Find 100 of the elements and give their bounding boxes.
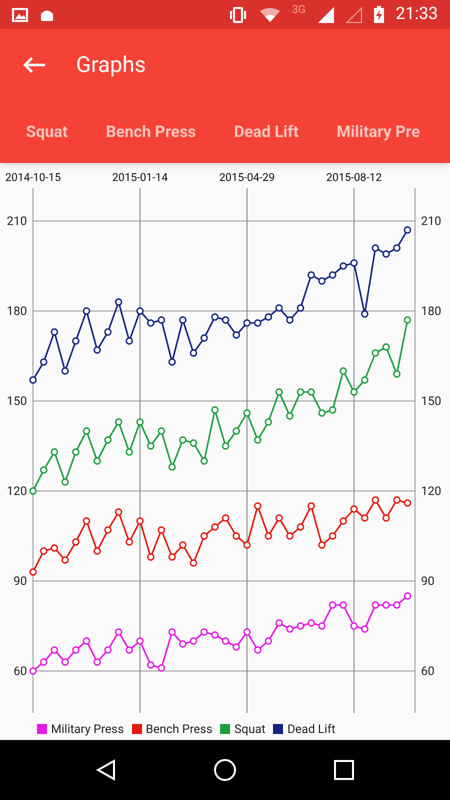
- point: [328, 271, 336, 279]
- point: [328, 601, 336, 609]
- point: [200, 334, 208, 342]
- point: [243, 628, 251, 636]
- point: [404, 592, 412, 600]
- point: [136, 418, 144, 426]
- point: [361, 376, 368, 384]
- y-tick-label: 120: [421, 484, 442, 498]
- point: [179, 640, 187, 648]
- point: [114, 628, 122, 636]
- x-tick-label: 2015-01-14: [112, 171, 168, 184]
- signal-empty-icon: [346, 6, 362, 22]
- tab[interactable]: Military Pre: [336, 120, 420, 144]
- y-tick-label: 150: [421, 394, 442, 408]
- signal-icon: [318, 6, 334, 22]
- point: [61, 367, 69, 375]
- point: [179, 316, 187, 324]
- point: [296, 523, 304, 531]
- point: [211, 406, 219, 414]
- point: [243, 319, 251, 327]
- recents-square-icon: [334, 760, 354, 780]
- legend-label: Squat: [234, 721, 266, 738]
- point: [29, 568, 37, 576]
- tab[interactable]: Squat: [26, 120, 68, 144]
- point: [286, 412, 294, 420]
- point: [94, 658, 101, 666]
- point: [158, 316, 166, 324]
- point: [211, 523, 219, 531]
- point: [232, 427, 240, 435]
- point: [61, 478, 69, 486]
- point: [61, 658, 69, 666]
- point: [94, 346, 101, 354]
- point: [40, 466, 48, 474]
- point: [158, 664, 166, 672]
- y-tick-label: 180: [421, 304, 442, 318]
- tab[interactable]: Dead Lift: [234, 120, 299, 144]
- point: [350, 622, 358, 630]
- point: [254, 502, 262, 510]
- point: [29, 487, 37, 495]
- point: [211, 313, 219, 321]
- point: [264, 532, 272, 540]
- point: [168, 358, 176, 366]
- point: [82, 427, 90, 435]
- point: [340, 367, 348, 375]
- legend-label: Bench Press: [146, 721, 212, 738]
- y-tick-label: 120: [6, 484, 27, 498]
- point: [190, 637, 198, 645]
- point: [286, 625, 294, 633]
- point: [296, 622, 304, 630]
- point: [190, 559, 198, 567]
- point: [350, 505, 358, 513]
- point: [50, 328, 58, 336]
- point: [232, 643, 240, 651]
- y-tick-label: 210: [421, 214, 442, 228]
- point: [168, 463, 176, 471]
- point: [361, 625, 368, 633]
- point: [147, 319, 154, 327]
- point: [200, 457, 208, 465]
- recents-button[interactable]: [334, 760, 354, 780]
- point: [340, 517, 348, 525]
- battery-charging-icon: [374, 6, 384, 23]
- point: [147, 442, 154, 450]
- point: [318, 277, 326, 285]
- point: [40, 658, 48, 666]
- point: [275, 619, 283, 627]
- point: [72, 337, 80, 345]
- back-nav-button[interactable]: [96, 759, 116, 781]
- point: [94, 457, 101, 465]
- point: [104, 328, 112, 336]
- point: [104, 526, 112, 534]
- point: [318, 409, 326, 417]
- point: [372, 601, 380, 609]
- home-button[interactable]: [212, 758, 237, 782]
- tab[interactable]: Bench Press: [106, 120, 196, 144]
- network-type: 3G: [292, 2, 306, 18]
- point: [50, 448, 58, 456]
- point: [147, 661, 154, 669]
- point: [340, 601, 348, 609]
- point: [393, 370, 401, 378]
- point: [328, 406, 336, 414]
- point: [254, 646, 262, 654]
- y-tick-label: 90: [14, 574, 27, 588]
- point: [211, 631, 219, 639]
- point: [168, 628, 176, 636]
- point: [393, 601, 401, 609]
- point: [308, 271, 315, 279]
- point: [275, 388, 283, 396]
- point: [308, 388, 315, 396]
- point: [372, 349, 380, 357]
- point: [361, 310, 368, 318]
- point: [136, 307, 144, 315]
- point: [50, 544, 58, 552]
- point: [222, 316, 230, 324]
- x-tick-label: 2014-10-15: [5, 171, 61, 184]
- point: [168, 553, 176, 561]
- y-tick-label: 90: [421, 574, 434, 588]
- point: [232, 331, 240, 339]
- point: [40, 547, 48, 555]
- back-triangle-icon: [96, 759, 116, 781]
- point: [296, 304, 304, 312]
